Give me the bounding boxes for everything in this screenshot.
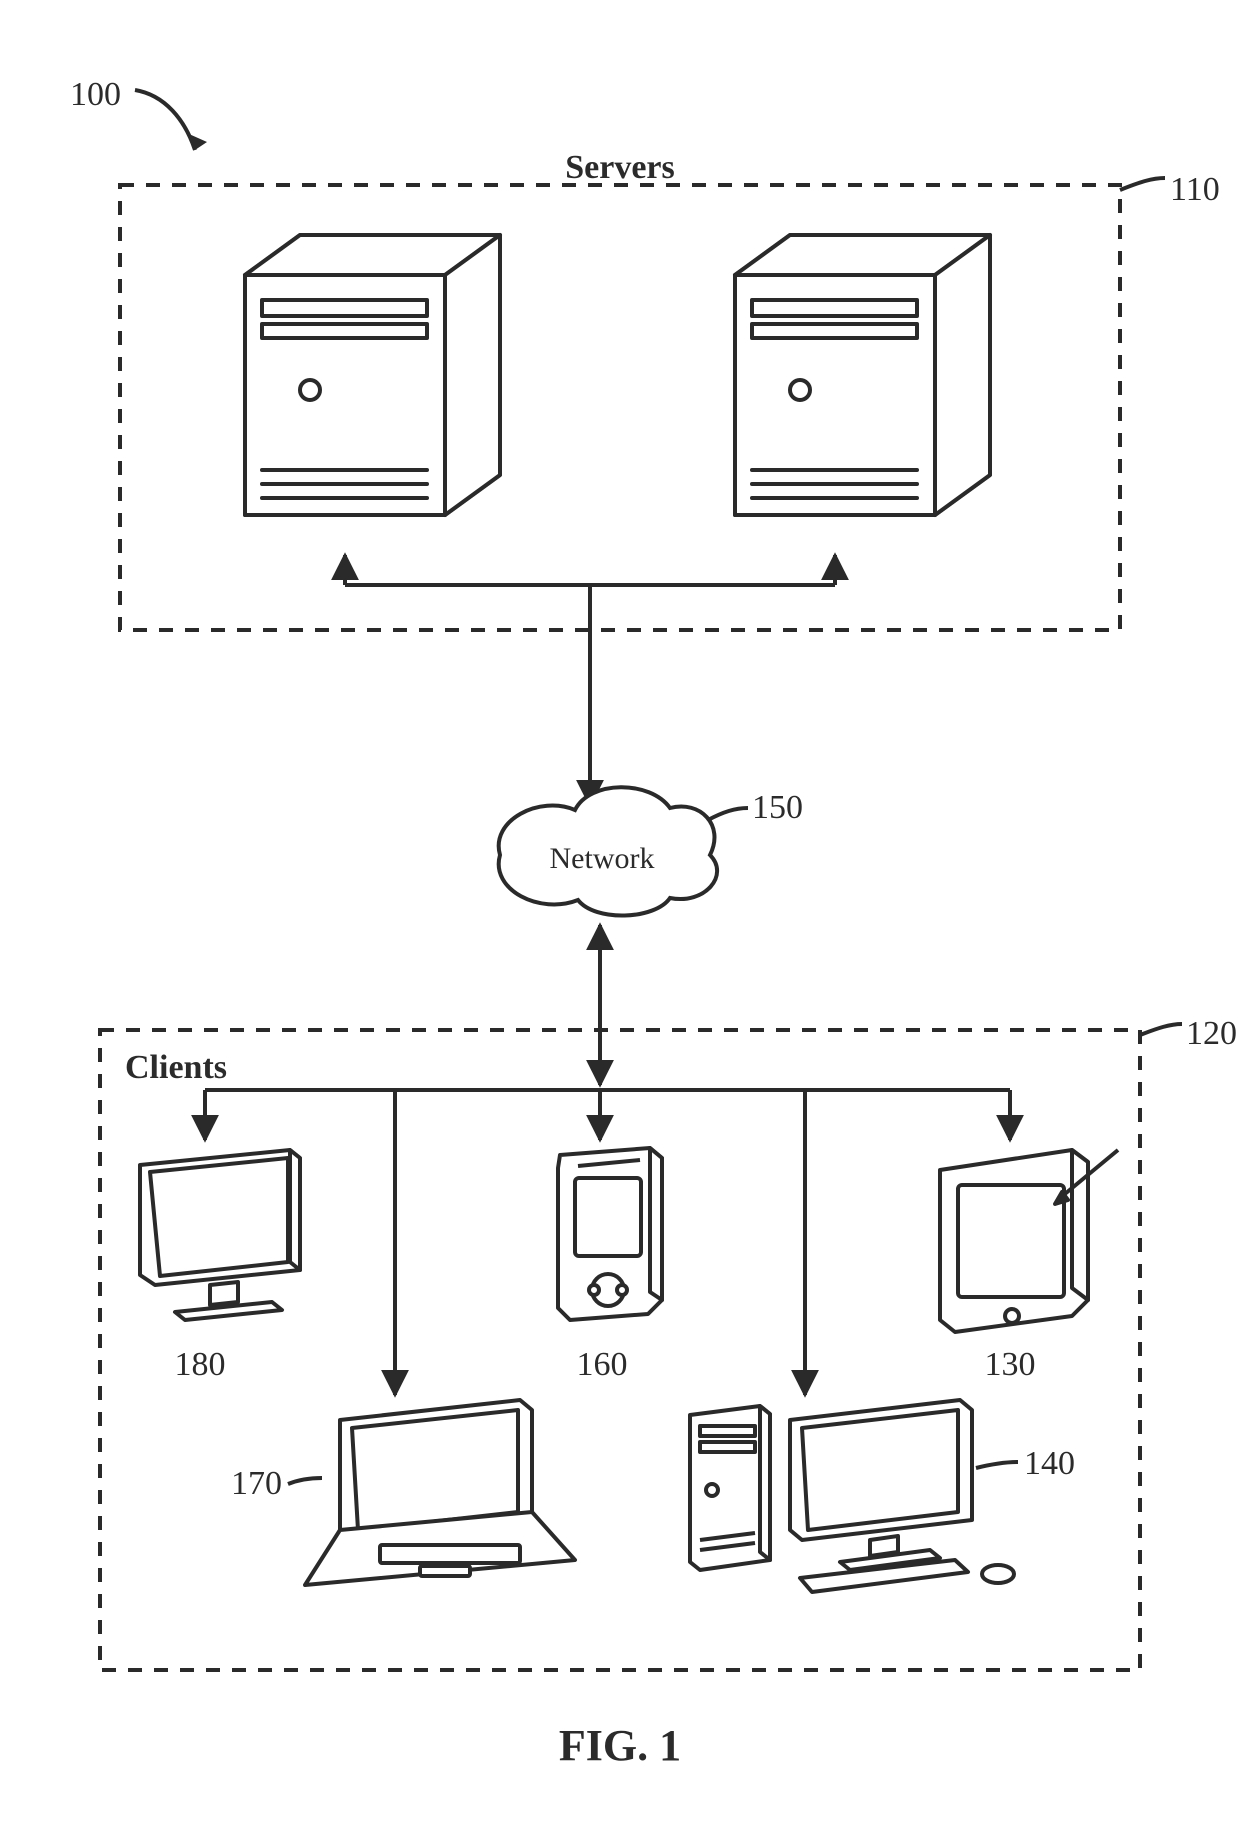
overall-ref: 100 <box>70 76 207 150</box>
server-2-icon <box>735 235 990 515</box>
phone-client-icon <box>558 1148 662 1320</box>
overall-ref-number: 100 <box>70 76 121 113</box>
laptop-ref: 170 <box>231 1465 282 1502</box>
servers-ref: 110 <box>1170 171 1220 208</box>
network-label: Network <box>550 842 655 875</box>
patent-figure-canvas: 100 Servers 110 <box>0 0 1240 1837</box>
desktop-client-icon <box>690 1400 1014 1592</box>
clients-ref: 120 <box>1186 1015 1237 1052</box>
network-cloud: Network 150 <box>499 787 803 915</box>
desktop-ref: 140 <box>1024 1445 1075 1482</box>
monitor-ref: 180 <box>175 1346 226 1383</box>
clients-title: Clients <box>125 1049 227 1086</box>
figure-caption: FIG. 1 <box>559 1721 681 1770</box>
server-1-icon <box>245 235 500 515</box>
network-ref: 150 <box>752 789 803 826</box>
server-interconnect <box>345 555 835 805</box>
tablet-client-icon <box>940 1150 1118 1332</box>
monitor-client-icon <box>140 1150 300 1320</box>
phone-ref: 160 <box>577 1346 628 1383</box>
servers-title: Servers <box>565 149 675 186</box>
tablet-ref: 130 <box>985 1346 1036 1383</box>
clients-box: Clients 120 <box>100 1015 1237 1670</box>
laptop-client-icon <box>305 1400 575 1585</box>
